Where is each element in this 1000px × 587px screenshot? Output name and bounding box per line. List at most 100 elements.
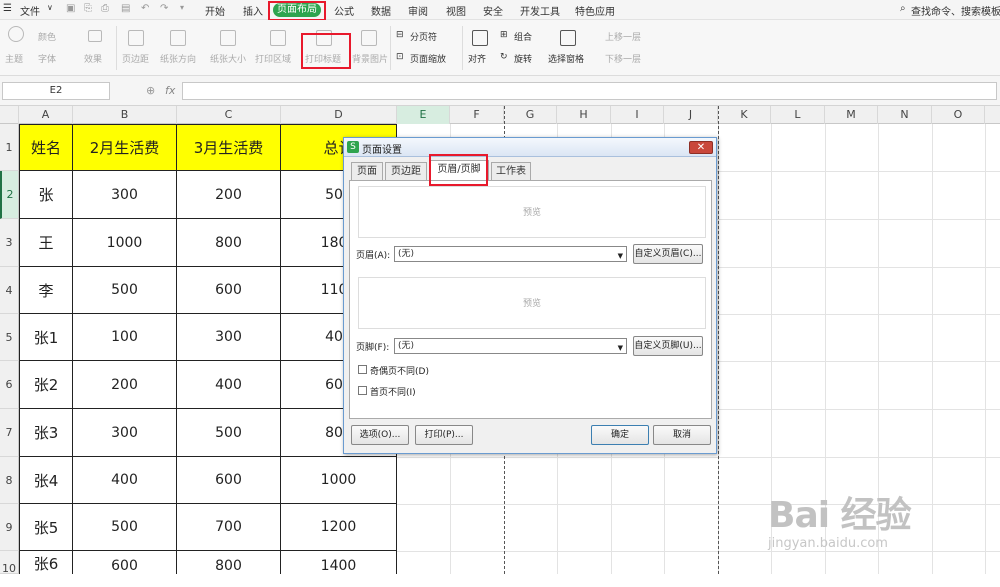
column-header-e[interactable]: E [397,106,450,124]
row-header[interactable]: 3 [0,219,19,267]
margins-button[interactable]: 页边距 [122,52,149,65]
header-select[interactable]: (无) ▼ [394,246,627,262]
header-cell[interactable]: 3月生活费 [177,124,281,171]
row-header[interactable]: 9 [0,504,19,551]
column-header-n[interactable]: N [878,106,932,124]
send-backward-button[interactable]: 下移一层 [605,52,641,65]
selection-pane-button[interactable]: 选择窗格 [548,52,584,65]
page-zoom-button[interactable]: 页面缩放 [410,52,446,65]
table-cell[interactable]: 600 [177,457,281,504]
header-cell[interactable]: 2月生活费 [73,124,177,171]
row-header[interactable]: 5 [0,314,19,361]
custom-footer-button[interactable]: 自定义页脚(U)... [633,336,703,356]
colors-button[interactable]: 颜色 [38,30,56,43]
table-cell[interactable]: 1000 [73,219,177,267]
column-header-b[interactable]: B [73,106,177,124]
row-header[interactable]: 8 [0,457,19,504]
export-icon[interactable]: ⎘ [84,3,92,14]
tab-data[interactable]: 数据 [371,3,391,18]
row-header[interactable]: 6 [0,361,19,409]
chevron-down-icon[interactable]: ∨ [47,3,53,12]
table-cell[interactable]: 500 [177,409,281,457]
odd-even-checkbox[interactable] [358,365,367,374]
table-cell[interactable]: 张1 [19,314,73,361]
table-cell[interactable]: 张6 [19,551,73,574]
row-header[interactable]: 4 [0,267,19,314]
column-header-k[interactable]: K [718,106,771,124]
ok-button[interactable]: 确定 [591,425,649,445]
column-header-i[interactable]: I [611,106,664,124]
table-cell[interactable]: 700 [177,504,281,551]
column-header-l[interactable]: L [771,106,825,124]
search-icon[interactable]: ⌕ [900,3,906,14]
tab-page[interactable]: 页面 [351,162,383,180]
hamburger-icon[interactable]: ☰ [3,3,12,14]
table-cell[interactable]: 400 [73,457,177,504]
row-header[interactable]: 2 [0,171,19,219]
column-header-f[interactable]: F [450,106,504,124]
formula-input[interactable] [182,82,997,100]
tab-security[interactable]: 安全 [483,3,503,18]
column-header-a[interactable]: A [19,106,73,124]
table-cell[interactable]: 100 [73,314,177,361]
tab-home[interactable]: 开始 [205,3,225,18]
table-cell[interactable]: 1200 [281,504,397,551]
column-header-c[interactable]: C [177,106,281,124]
table-cell[interactable]: 300 [73,171,177,219]
fx-icon[interactable]: fx [165,84,175,97]
table-cell[interactable]: 张5 [19,504,73,551]
options-button[interactable]: 选项(O)... [351,425,409,445]
table-cell[interactable]: 1400 [281,551,397,574]
column-header-m[interactable]: M [825,106,878,124]
table-cell[interactable]: 200 [177,171,281,219]
table-cell[interactable]: 李 [19,267,73,314]
table-cell[interactable]: 张4 [19,457,73,504]
tab-sheet[interactable]: 工作表 [491,162,531,180]
redo-icon[interactable]: ↷ [160,3,168,14]
print-icon[interactable]: ⎙ [101,3,109,14]
table-cell[interactable]: 张3 [19,409,73,457]
table-cell[interactable]: 500 [73,267,177,314]
table-cell[interactable]: 王 [19,219,73,267]
paper-size-button[interactable]: 纸张大小 [210,52,246,65]
name-box[interactable]: E2 [2,82,110,100]
row-header[interactable]: 1 [0,124,19,171]
orientation-button[interactable]: 纸张方向 [160,52,196,65]
page-break-button[interactable]: 分页符 [410,30,437,43]
zoom-icon[interactable]: ⊕ [146,84,155,97]
header-cell[interactable]: 姓名 [19,124,73,171]
column-header-d[interactable]: D [281,106,397,124]
column-header-j[interactable]: J [664,106,718,124]
tab-margins[interactable]: 页边距 [385,162,427,180]
print-area-button[interactable]: 打印区域 [255,52,291,65]
table-cell[interactable]: 300 [73,409,177,457]
tab-review[interactable]: 审阅 [408,3,428,18]
custom-header-button[interactable]: 自定义页眉(C)... [633,244,703,264]
fonts-button[interactable]: 字体 [38,52,56,65]
save-icon[interactable]: ▣ [66,3,75,14]
tab-formulas[interactable]: 公式 [334,3,354,18]
column-header-g[interactable]: G [504,106,557,124]
rotate-button[interactable]: 旋转 [514,52,532,65]
background-button[interactable]: 背景图片 [352,52,388,65]
align-button[interactable]: 对齐 [468,52,486,65]
group-button[interactable]: 组合 [514,30,532,43]
table-cell[interactable]: 600 [73,551,177,574]
tab-view[interactable]: 视图 [446,3,466,18]
table-cell[interactable]: 800 [177,551,281,574]
close-icon[interactable]: ✕ [689,141,713,154]
table-cell[interactable]: 张 [19,171,73,219]
table-cell[interactable]: 1000 [281,457,397,504]
table-cell[interactable]: 800 [177,219,281,267]
cancel-button[interactable]: 取消 [653,425,711,445]
tab-developer[interactable]: 开发工具 [520,3,560,18]
column-header-h[interactable]: H [557,106,611,124]
bring-forward-button[interactable]: 上移一层 [605,30,641,43]
table-cell[interactable]: 500 [73,504,177,551]
tab-insert[interactable]: 插入 [243,3,263,18]
row-header[interactable]: 7 [0,409,19,457]
column-header-o[interactable]: O [932,106,985,124]
row-header[interactable]: 10 [0,551,19,575]
footer-select[interactable]: (无) ▼ [394,338,627,354]
effects-button[interactable]: 效果 [84,52,102,65]
